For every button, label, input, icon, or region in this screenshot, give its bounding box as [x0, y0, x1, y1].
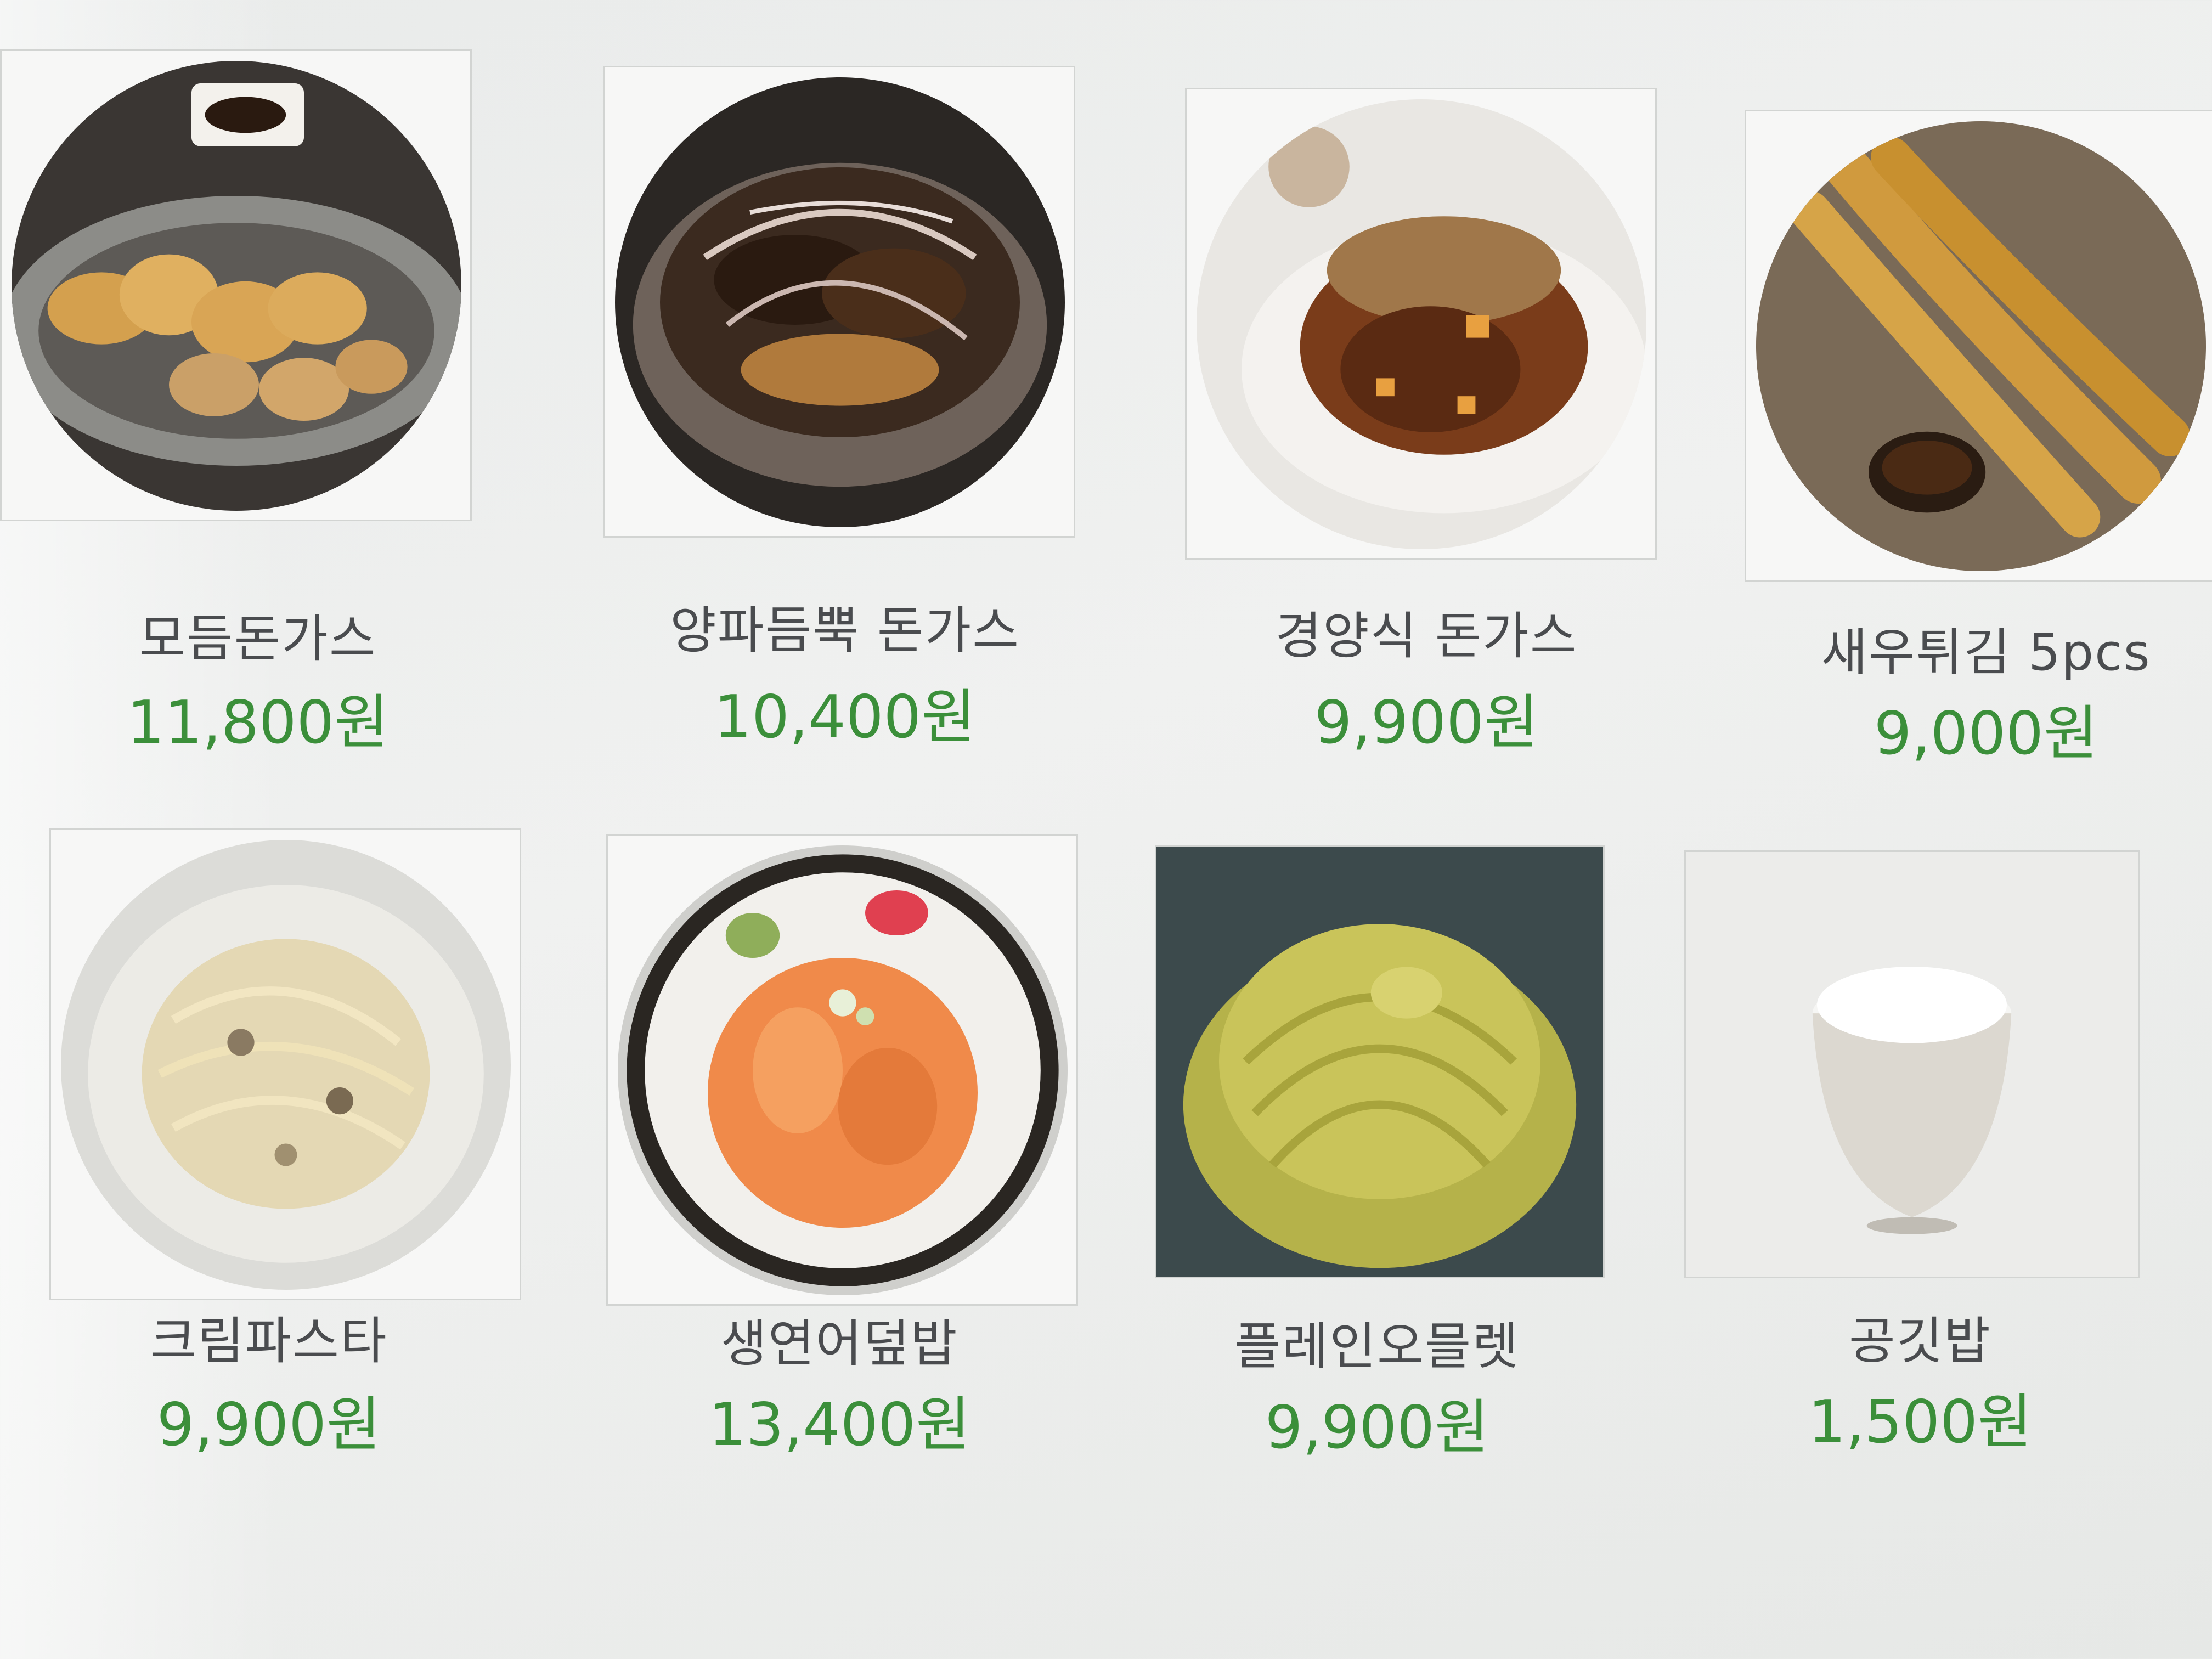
assorted-pork-cutlet-photo	[12, 61, 461, 511]
menu-item-plain-omelette[interactable]: 플레인오믈렛 9,900원	[1114, 845, 1607, 1503]
western-pork-cutlet-photo	[1197, 99, 1646, 549]
menu-item-thumbnail[interactable]	[1185, 88, 1657, 560]
fried-shrimp-photo	[1756, 121, 2206, 571]
menu-item-name: 공깃밥	[1849, 1312, 1991, 1370]
menu-item-name: 모듬돈가스	[139, 610, 377, 668]
menu-item-price: 9,900원	[1314, 689, 1539, 757]
menu-item-name: 생연어덮밥	[720, 1314, 958, 1373]
salmon-rice-bowl-photo	[618, 845, 1068, 1295]
menu-item-name: 크림파스타	[150, 1312, 388, 1370]
menu-item-name: 플레인오믈렛	[1234, 1317, 1520, 1376]
menu-item-assorted-pork-cutlet[interactable]: 모듬돈가스 11,800원	[0, 49, 505, 757]
menu-item-thumbnail[interactable]	[1745, 110, 2212, 582]
menu-item-thumbnail[interactable]	[49, 828, 521, 1300]
rice-bowl-photo	[1686, 852, 2138, 1277]
menu-item-fried-shrimp[interactable]: 새우튀김 5pcs 9,000원	[1723, 110, 2212, 768]
menu-item-price: 9,900원	[156, 1391, 381, 1459]
menu-item-name: 새우튀김 5pcs	[1821, 623, 2151, 682]
menu-item-thumbnail[interactable]	[1684, 850, 2140, 1278]
menu-item-name: 경양식 돈가스	[1275, 607, 1578, 665]
menu-item-price: 10,400원	[714, 683, 976, 752]
menu-item-price: 11,800원	[127, 689, 389, 757]
menu-item-thumbnail[interactable]	[0, 49, 472, 521]
menu-grid: 모듬돈가스 11,800원 양파듬뿍 돈가스 10,400원 경양식 돈가스 9…	[0, 0, 2212, 1659]
menu-item-salmon-rice-bowl[interactable]: 생연어덮밥 13,400원	[582, 834, 1078, 1492]
menu-item-rice-bowl[interactable]: 공깃밥 1,500원	[1673, 850, 2167, 1509]
onion-pork-cutlet-photo	[615, 77, 1065, 527]
menu-item-name: 양파듬뿍 돈가스	[670, 601, 1020, 660]
menu-item-price: 1,500원	[1808, 1388, 2033, 1457]
menu-item-cream-pasta[interactable]: 크림파스타 9,900원	[22, 828, 521, 1487]
menu-item-price: 9,000원	[1874, 699, 2098, 768]
menu-item-onion-pork-cutlet[interactable]: 양파듬뿍 돈가스 10,400원	[582, 66, 1075, 752]
menu-item-thumbnail[interactable]	[603, 66, 1075, 538]
menu-item-thumbnail[interactable]	[606, 834, 1078, 1306]
cream-pasta-photo	[61, 840, 511, 1290]
menu-item-thumbnail[interactable]	[1155, 845, 1605, 1278]
menu-item-price: 9,900원	[1265, 1393, 1489, 1462]
plain-omelette-photo	[1156, 847, 1603, 1277]
menu-item-price: 13,400원	[708, 1391, 970, 1459]
menu-item-western-pork-cutlet[interactable]: 경양식 돈가스 9,900원	[1158, 88, 1657, 757]
